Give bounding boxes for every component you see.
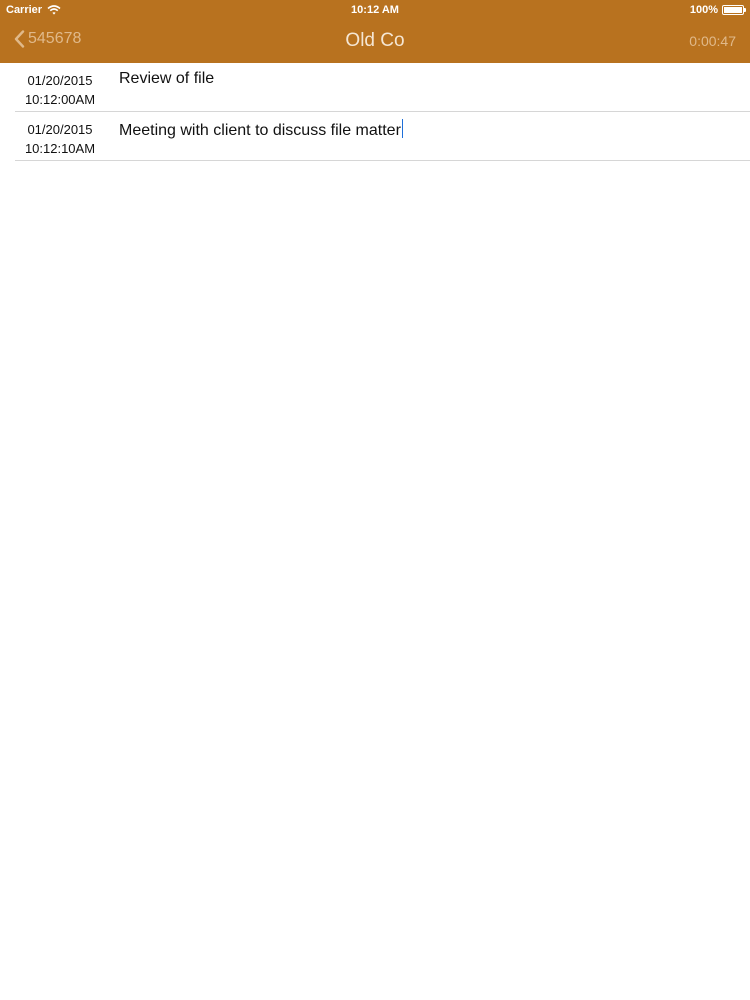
table-row[interactable]: 01/20/2015 10:12:00AM Review of file [15,63,750,112]
timer-display: 0:00:47 [689,33,736,49]
status-bar: Carrier 10:12 AM 100% [0,0,750,22]
table-row[interactable]: 01/20/2015 10:12:10AM Meeting with clien… [15,112,750,161]
battery-icon [722,5,746,15]
entry-description-field[interactable]: Meeting with client to discuss file matt… [119,119,403,140]
status-right: 100% [689,4,746,16]
header: Carrier 10:12 AM 100% 545678 Old Co 0:00… [0,0,750,63]
text-cursor [401,119,403,138]
battery-percent: 100% [689,4,718,16]
entry-description-field[interactable]: Review of file [119,70,214,88]
entry-time: 10:12:10AM [24,141,96,156]
entry-time: 10:12:00AM [24,92,96,107]
screen: Carrier 10:12 AM 100% 545678 Old Co 0:00… [0,0,750,1000]
nav-bar: 545678 Old Co 0:00:47 [0,22,750,63]
entry-timestamp: 01/20/2015 10:12:10AM [15,120,105,158]
page-title: Old Co [345,30,405,51]
entry-list: 01/20/2015 10:12:00AM Review of file 01/… [0,63,750,161]
status-time: 10:12 AM [351,4,399,16]
entry-description: Review of file [119,70,215,87]
entry-date: 01/20/2015 [27,73,93,88]
entry-description: Meeting with client to discuss file matt… [119,122,401,139]
entry-date: 01/20/2015 [27,122,93,137]
entry-timestamp: 01/20/2015 10:12:00AM [15,71,105,109]
